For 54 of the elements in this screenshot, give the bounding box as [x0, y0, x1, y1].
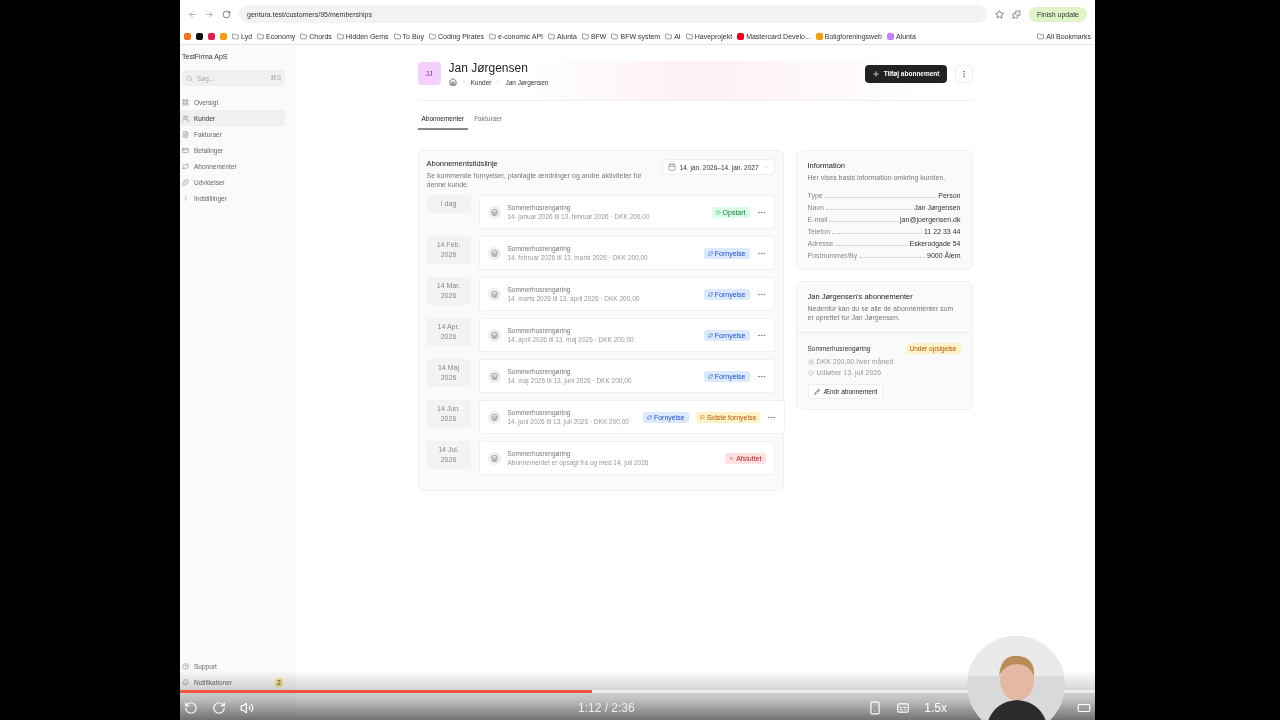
star-icon[interactable]	[994, 9, 1004, 19]
rewind-icon[interactable]	[184, 701, 198, 715]
clock-icon	[807, 369, 814, 376]
folder-icon	[232, 32, 239, 40]
volume-icon[interactable]	[240, 701, 254, 715]
folder-icon	[488, 32, 496, 40]
home-icon[interactable]	[448, 78, 457, 86]
document-icon	[182, 130, 189, 138]
folder-icon	[429, 32, 436, 40]
site-icon[interactable]	[196, 32, 203, 40]
folder-icon	[548, 32, 556, 40]
store-icon	[487, 451, 501, 465]
plus-icon	[871, 69, 880, 78]
repeat-icon	[182, 162, 189, 170]
coin-icon	[807, 358, 814, 365]
card-icon	[182, 146, 189, 154]
bell-icon	[182, 678, 189, 686]
chevron-icon	[762, 164, 769, 170]
reload-icon[interactable]	[222, 9, 231, 19]
folder-icon	[665, 32, 673, 40]
captions-icon[interactable]	[896, 701, 911, 715]
help-icon	[182, 662, 189, 670]
phone-icon[interactable]	[868, 701, 883, 715]
store-icon	[487, 246, 501, 260]
chevron-icon	[182, 194, 189, 202]
folder-icon	[1037, 32, 1045, 40]
users-icon	[182, 114, 189, 122]
store-icon	[487, 205, 501, 219]
extension-icon[interactable]	[1011, 9, 1021, 19]
calendar-icon	[667, 163, 676, 171]
grid-icon	[182, 98, 189, 106]
store-icon	[487, 369, 501, 383]
folder-icon	[611, 32, 619, 40]
theater-icon[interactable]	[1077, 701, 1091, 715]
chevron-icon	[460, 79, 467, 85]
folder-icon	[300, 32, 308, 40]
folder-icon	[257, 32, 265, 40]
forward-icon[interactable]	[205, 9, 214, 19]
pencil-icon	[813, 388, 820, 395]
back-icon[interactable]	[188, 9, 197, 19]
store-icon	[487, 287, 501, 301]
skip-icon[interactable]	[212, 701, 226, 715]
search-icon	[186, 74, 193, 82]
folder-icon	[685, 32, 693, 40]
customer-name: Jan Jørgensen	[448, 61, 529, 75]
puzzle-icon	[182, 178, 189, 186]
store-icon	[487, 410, 501, 424]
folder-icon	[393, 32, 401, 40]
playback-time: 1:12 / 2:36	[578, 701, 635, 715]
folder-icon	[336, 32, 344, 40]
folder-icon	[581, 32, 589, 40]
store-icon	[487, 328, 501, 342]
more-button[interactable]	[954, 64, 973, 83]
chevron-icon	[495, 79, 502, 85]
